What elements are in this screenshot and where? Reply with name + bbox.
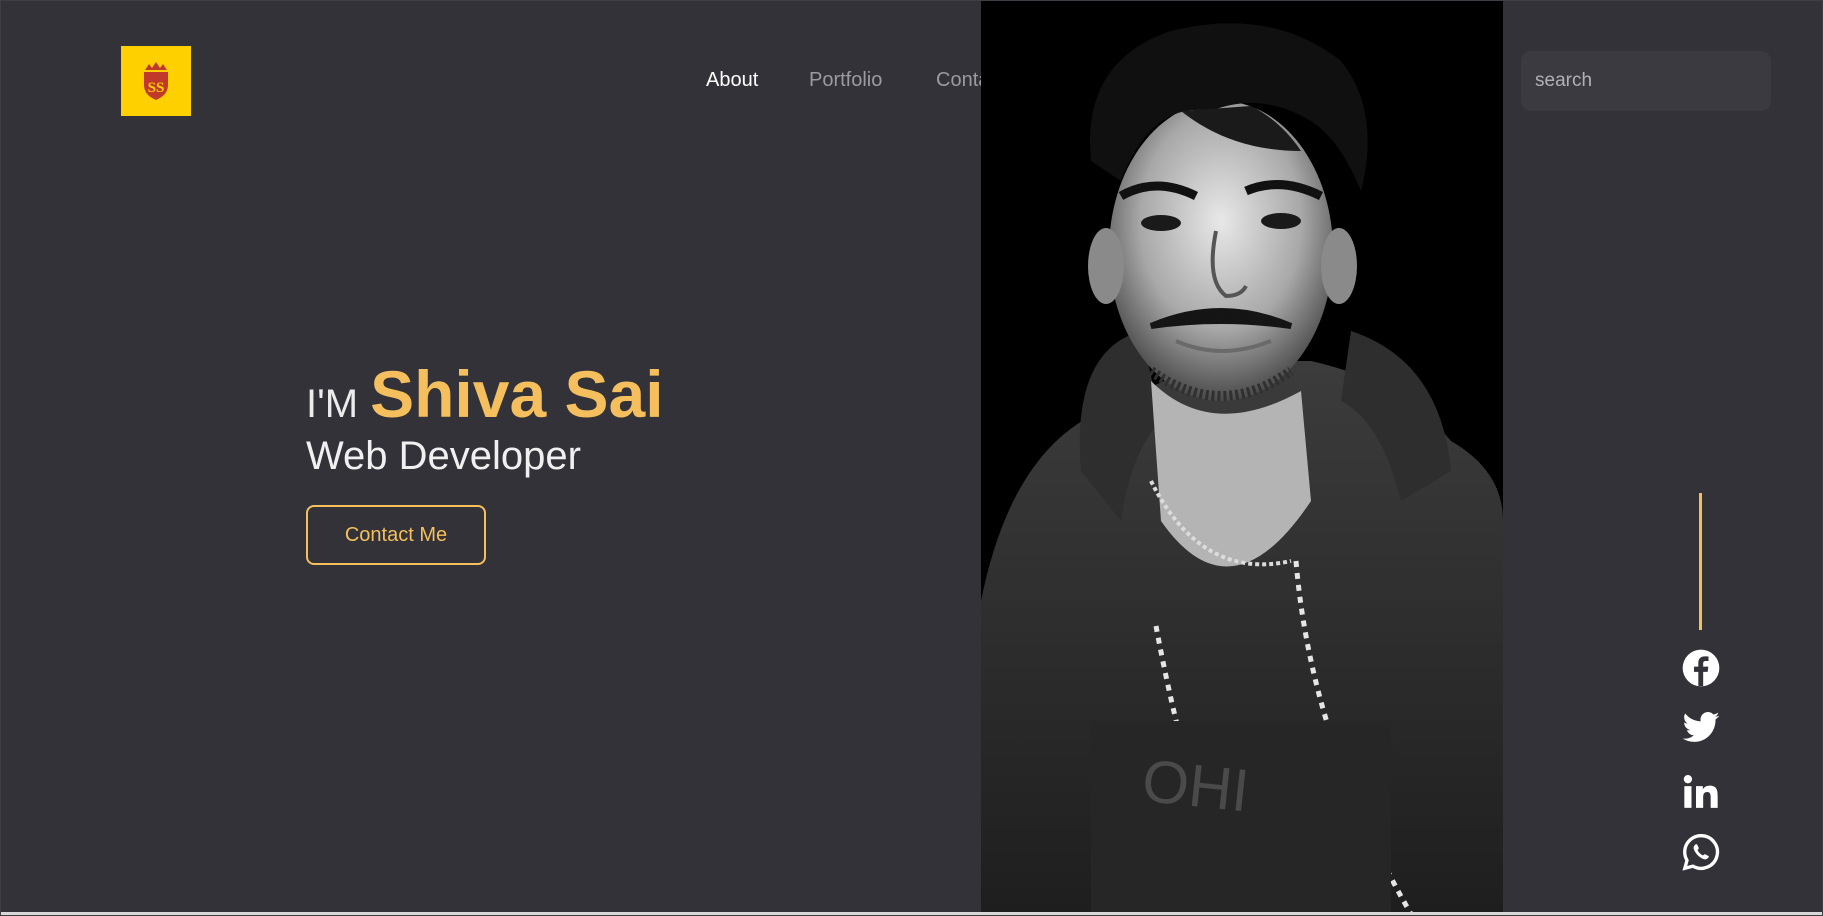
hero-name: Shiva Sai xyxy=(370,357,664,431)
facebook-icon xyxy=(1682,649,1720,687)
social-divider-line xyxy=(1699,493,1702,630)
svg-text:OHI: OHI xyxy=(1139,747,1252,825)
hero-role: Web Developer xyxy=(306,434,581,478)
crown-shield-logo-icon: SS xyxy=(144,62,168,100)
logo[interactable]: SS xyxy=(121,46,191,116)
linkedin-link[interactable] xyxy=(1680,771,1722,813)
bottom-border xyxy=(1,912,1822,915)
hero-heading: I'M Shiva Sai xyxy=(306,356,664,432)
search-input[interactable] xyxy=(1535,70,1780,92)
hero: I'M Shiva Sai Web Developer xyxy=(306,356,664,479)
nav-portfolio[interactable]: Portfolio xyxy=(809,69,882,92)
contact-me-button[interactable]: Contact Me xyxy=(306,505,486,565)
hero-greeting: I'M xyxy=(306,382,359,426)
twitter-link[interactable] xyxy=(1680,707,1722,749)
linkedin-icon xyxy=(1683,775,1718,808)
whatsapp-link[interactable] xyxy=(1680,831,1722,873)
svg-text:SS: SS xyxy=(148,80,165,96)
search-box xyxy=(1521,51,1780,111)
page: SS About Portfolio Contact OHI search I'… xyxy=(0,0,1823,916)
facebook-link[interactable] xyxy=(1680,647,1722,689)
portrait-photo: OHI xyxy=(981,1,1503,914)
whatsapp-icon xyxy=(1682,833,1720,871)
nav-about[interactable]: About xyxy=(706,69,758,92)
twitter-icon xyxy=(1682,712,1720,742)
